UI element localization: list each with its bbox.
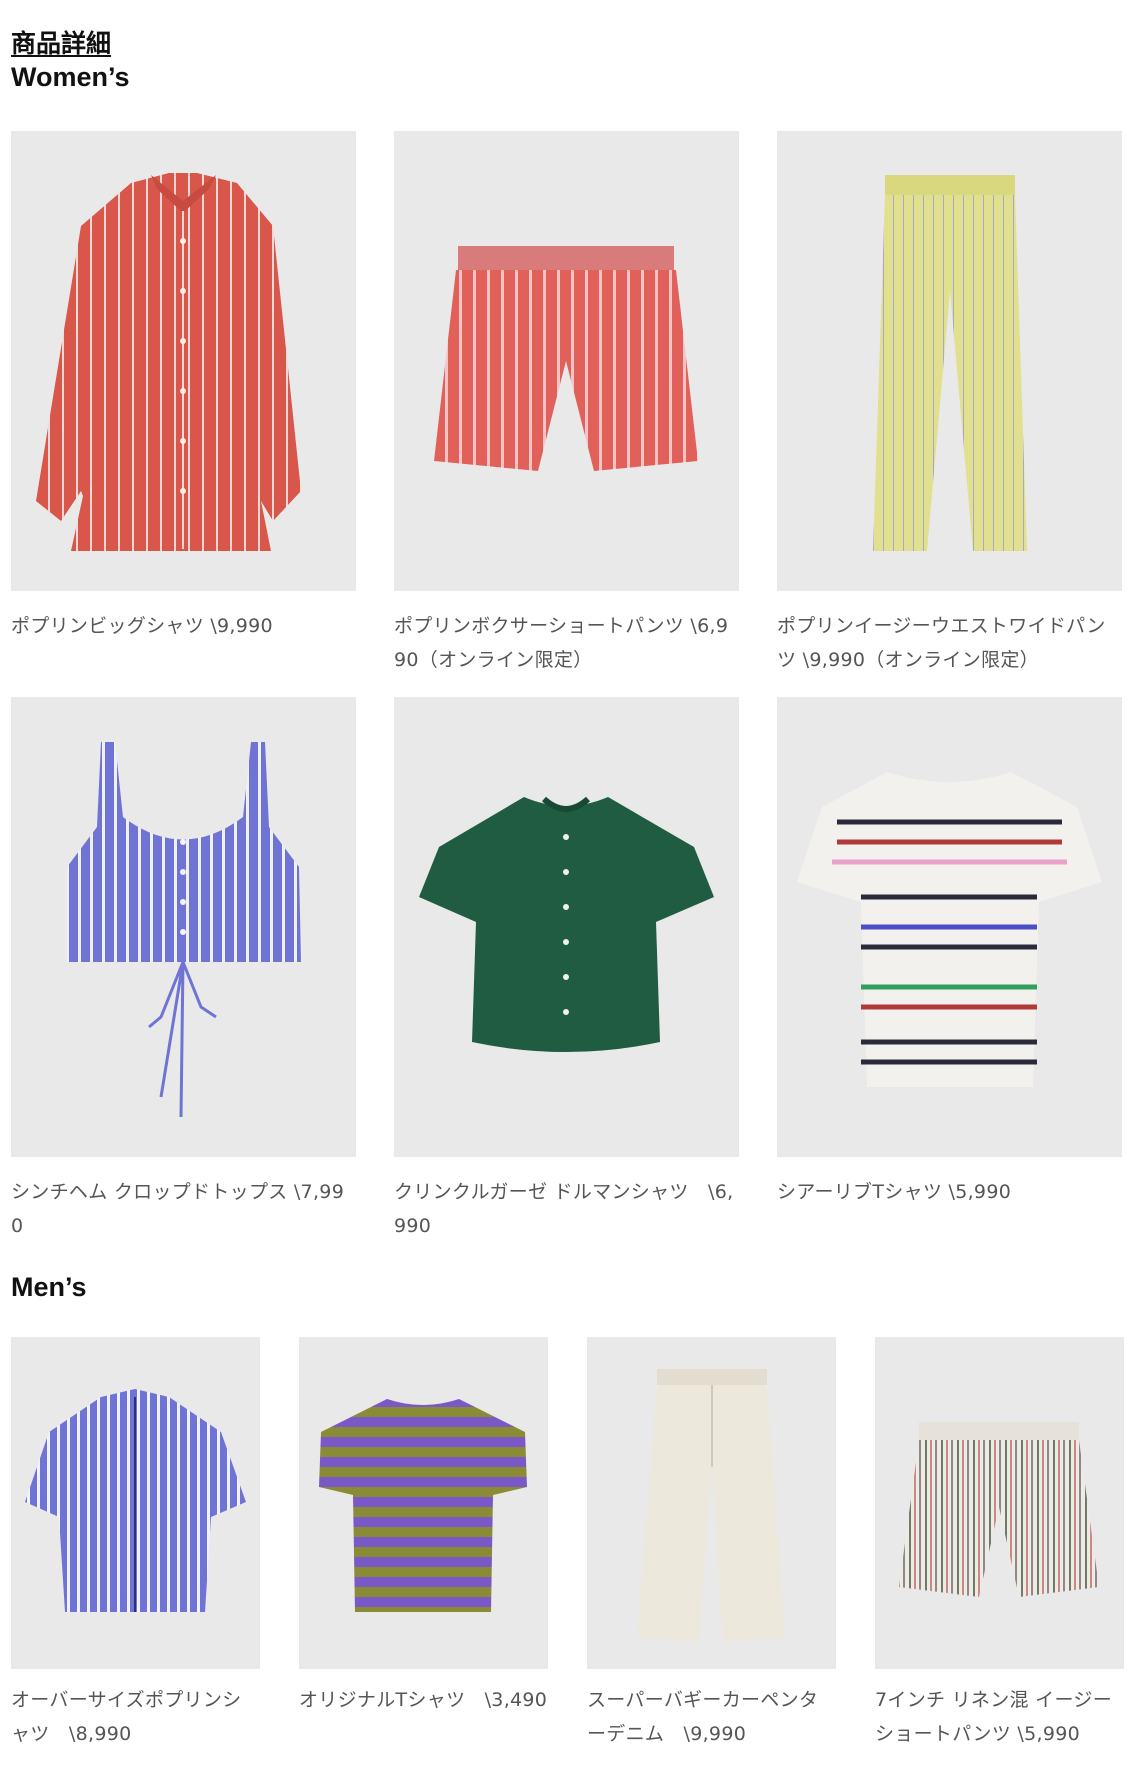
blue-striped-oversized-shirt-image[interactable] (11, 1337, 260, 1669)
product-card[interactable]: クリンクルガーゼ ドルマンシャツ \6,990 (394, 697, 739, 1243)
product-card[interactable]: 7インチ リネン混 イージーショートパンツ \5,990 (875, 1337, 1124, 1751)
product-card[interactable]: ポプリンボクサーショートパンツ \6,990（オンライン限定） (394, 131, 739, 677)
product-details-link[interactable]: 商品詳細 (11, 24, 111, 60)
product-card[interactable]: シアーリブTシャツ \5,990 (777, 697, 1122, 1243)
product-card[interactable]: スーパーバギーカーペンターデニム \9,990 (587, 1337, 836, 1751)
mens-product-grid: オーバーサイズポプリンシャツ \8,990 オリジナルTシャツ \3,490 ス… (11, 1337, 1124, 1751)
product-caption: シアーリブTシャツ \5,990 (777, 1181, 1012, 1203)
product-card[interactable]: ポプリンイージーウエストワイドパンツ \9,990（オンライン限定） (777, 131, 1122, 677)
green-dolman-shirt-image[interactable] (394, 697, 739, 1157)
womens-heading: Women’s (11, 62, 130, 92)
cream-carpenter-denim-image[interactable] (587, 1337, 836, 1669)
multistripe-sheer-tee-image[interactable] (777, 697, 1122, 1157)
red-striped-shirt-image[interactable] (11, 131, 356, 591)
mens-heading: Men’s (11, 1272, 87, 1302)
blue-striped-crop-top-image[interactable] (11, 697, 356, 1157)
product-caption: シンチヘム クロップドトップス \7,990 (11, 1181, 345, 1237)
striped-linen-shorts-image[interactable] (875, 1337, 1124, 1669)
product-caption: ポプリンビッグシャツ \9,990 (11, 615, 273, 637)
product-card[interactable]: シンチヘム クロップドトップス \7,990 (11, 697, 356, 1243)
product-card[interactable]: オーバーサイズポプリンシャツ \8,990 (11, 1337, 260, 1751)
product-caption: ポプリンイージーウエストワイドパンツ \9,990（オンライン限定） (777, 615, 1106, 671)
womens-product-grid: ポプリンビッグシャツ \9,990 ポプリンボクサーショートパンツ \6,990… (11, 131, 1122, 1243)
purple-green-striped-tee-image[interactable] (299, 1337, 548, 1669)
product-caption: スーパーバギーカーペンターデニム \9,990 (587, 1689, 819, 1745)
page: 商品詳細 Women’s ポプリンビッグシャツ \9,990 ポプリンボクサーシ… (0, 0, 1132, 1772)
product-caption: オリジナルTシャツ \3,490 (299, 1689, 548, 1711)
product-card[interactable]: オリジナルTシャツ \3,490 (299, 1337, 548, 1751)
red-striped-boxer-shorts-image[interactable] (394, 131, 739, 591)
product-caption: クリンクルガーゼ ドルマンシャツ \6,990 (394, 1181, 734, 1237)
product-card[interactable]: ポプリンビッグシャツ \9,990 (11, 131, 356, 677)
yellow-striped-wide-pants-image[interactable] (777, 131, 1122, 591)
product-caption: オーバーサイズポプリンシャツ \8,990 (11, 1689, 242, 1745)
product-caption: 7インチ リネン混 イージーショートパンツ \5,990 (875, 1689, 1112, 1745)
product-caption: ポプリンボクサーショートパンツ \6,990（オンライン限定） (394, 615, 729, 671)
